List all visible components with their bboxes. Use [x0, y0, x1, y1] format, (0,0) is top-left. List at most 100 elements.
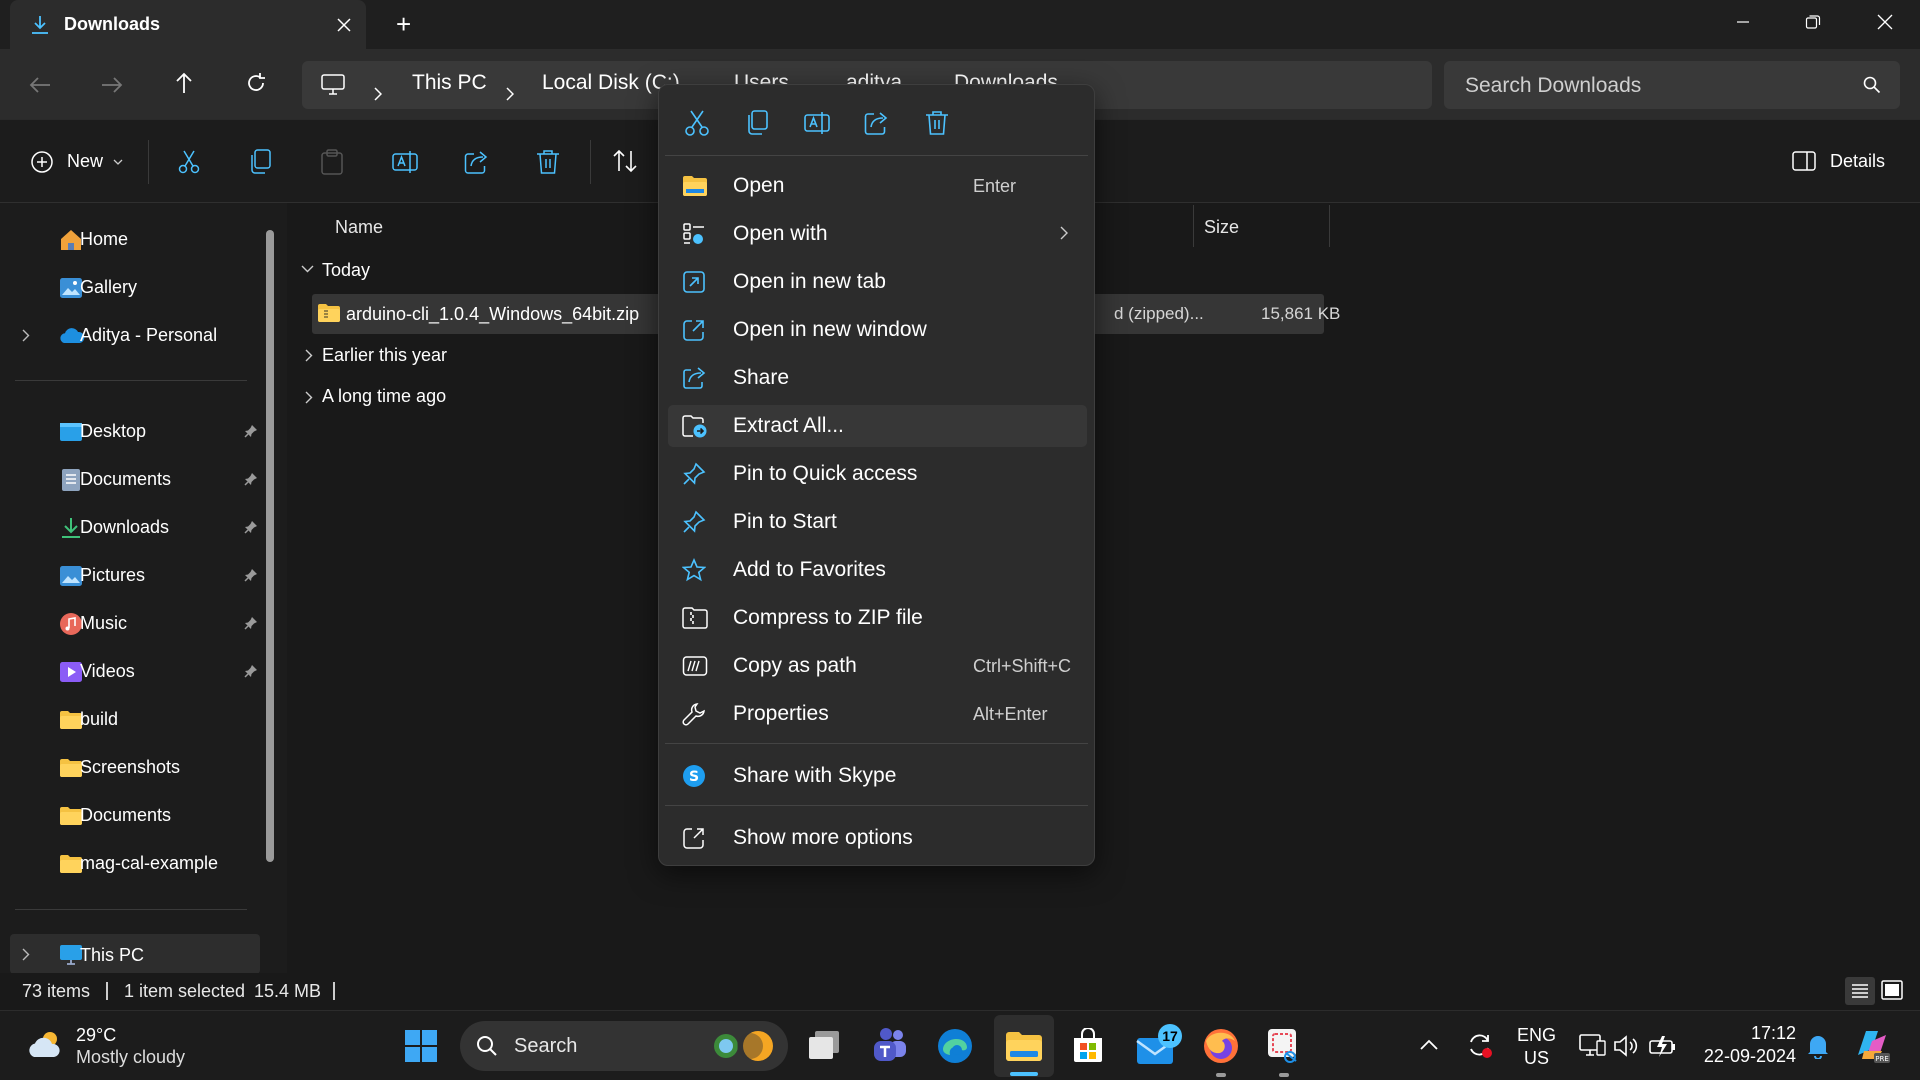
- pin-icon[interactable]: [244, 664, 258, 678]
- sidebar-item-this-pc[interactable]: This PC: [10, 934, 260, 974]
- new-tab-button[interactable]: +: [396, 9, 411, 40]
- menu-item-open-new-window[interactable]: Open in new window: [668, 309, 1087, 351]
- copy-icon[interactable]: [248, 149, 272, 175]
- sync-icon[interactable]: [1466, 1031, 1494, 1059]
- sidebar-item-videos[interactable]: Videos: [10, 650, 260, 694]
- group-earlier-this-year[interactable]: Earlier this year: [322, 345, 447, 366]
- menu-item-show-more-options[interactable]: Show more options: [668, 817, 1087, 859]
- pin-icon[interactable]: [244, 520, 258, 534]
- clock[interactable]: 17:12 22-09-2024: [1696, 1023, 1796, 1069]
- rename-icon[interactable]: [392, 149, 418, 175]
- close-tab-icon[interactable]: [332, 13, 356, 37]
- chevron-down-icon[interactable]: [301, 265, 314, 273]
- column-header-name[interactable]: Name: [335, 217, 383, 238]
- tiles-view-button[interactable]: [1880, 979, 1904, 1001]
- back-icon[interactable]: [26, 71, 54, 99]
- firefox-taskbar-button[interactable]: [1200, 1021, 1244, 1077]
- volume-icon[interactable]: [1612, 1033, 1640, 1059]
- chevron-right-icon[interactable]: [305, 391, 313, 404]
- sidebar-item-documents[interactable]: Documents: [10, 458, 260, 502]
- pin-icon[interactable]: [244, 424, 258, 438]
- network-icon[interactable]: [1578, 1033, 1606, 1059]
- edge-icon[interactable]: [936, 1027, 974, 1065]
- menu-item-open-new-tab[interactable]: Open in new tab: [668, 261, 1087, 303]
- share-icon[interactable]: [859, 105, 895, 141]
- sidebar-item-mag-cal-example[interactable]: mag-cal-example: [10, 842, 260, 886]
- minimize-button[interactable]: [1708, 0, 1778, 44]
- sidebar-item-gallery[interactable]: Gallery: [10, 266, 260, 310]
- sidebar-item-documents-2[interactable]: Documents: [10, 794, 260, 838]
- sidebar-item-downloads[interactable]: Downloads: [10, 506, 260, 550]
- details-button[interactable]: Details: [1790, 148, 1900, 176]
- delete-icon[interactable]: [536, 149, 560, 175]
- menu-item-open[interactable]: Open Enter: [668, 165, 1087, 207]
- sidebar-item-build[interactable]: build: [10, 698, 260, 742]
- chevron-right-icon[interactable]: [22, 948, 30, 961]
- group-a-long-time-ago[interactable]: A long time ago: [322, 386, 446, 407]
- snipping-tool-taskbar-button[interactable]: [1262, 1021, 1306, 1077]
- menu-item-share[interactable]: Share: [668, 357, 1087, 399]
- sidebar-item-onedrive[interactable]: Aditya - Personal: [10, 314, 260, 358]
- cut-icon[interactable]: [176, 149, 202, 175]
- start-button[interactable]: [404, 1029, 438, 1063]
- mail-app-button[interactable]: 17: [1134, 1021, 1184, 1071]
- sort-icon[interactable]: [612, 149, 638, 173]
- chevron-right-icon[interactable]: [22, 329, 30, 342]
- tab-downloads[interactable]: Downloads: [10, 0, 366, 49]
- sidebar-item-label: Aditya - Personal: [80, 325, 218, 345]
- pin-icon[interactable]: [244, 616, 258, 630]
- rename-icon[interactable]: [799, 105, 835, 141]
- pin-icon: [682, 510, 706, 534]
- this-pc-icon: [320, 72, 346, 98]
- menu-item-share-with-skype[interactable]: S Share with Skype: [668, 755, 1087, 797]
- battery-icon[interactable]: [1648, 1033, 1678, 1059]
- close-window-button[interactable]: [1850, 0, 1920, 44]
- group-today[interactable]: Today: [322, 260, 370, 281]
- language-indicator[interactable]: ENG US: [1512, 1025, 1560, 1069]
- search-input[interactable]: Search Downloads: [1465, 74, 1641, 98]
- notification-bell-icon[interactable]: [1806, 1033, 1830, 1059]
- breadcrumb-this-pc[interactable]: This PC: [412, 71, 487, 95]
- search-box[interactable]: Search Downloads: [1444, 61, 1900, 109]
- menu-item-properties[interactable]: Properties Alt+Enter: [668, 693, 1087, 735]
- details-view-button[interactable]: [1845, 977, 1875, 1005]
- chevron-right-icon[interactable]: [305, 349, 313, 362]
- copilot-icon[interactable]: PRE: [1852, 1025, 1892, 1065]
- menu-item-copy-as-path[interactable]: Copy as path Ctrl+Shift+C: [668, 645, 1087, 687]
- sidebar-scrollbar[interactable]: [266, 230, 274, 862]
- refresh-icon[interactable]: [242, 69, 270, 97]
- microsoft-store-icon[interactable]: [1070, 1028, 1106, 1064]
- sidebar-item-desktop[interactable]: Desktop: [10, 410, 260, 454]
- menu-item-compress-zip[interactable]: Compress to ZIP file: [668, 597, 1087, 639]
- pin-icon[interactable]: [244, 568, 258, 582]
- menu-item-extract-all[interactable]: Extract All...: [668, 405, 1087, 447]
- sidebar-item-pictures[interactable]: Pictures: [10, 554, 260, 598]
- new-button[interactable]: New: [28, 148, 128, 176]
- weather-widget[interactable]: 29°C Mostly cloudy: [24, 1021, 204, 1071]
- copy-icon[interactable]: [739, 105, 775, 141]
- menu-item-pin-quick-access[interactable]: Pin to Quick access: [668, 453, 1087, 495]
- file-explorer-taskbar-button[interactable]: [994, 1015, 1054, 1077]
- menu-item-open-with[interactable]: Open with: [668, 213, 1087, 255]
- column-header-size[interactable]: Size: [1204, 217, 1239, 238]
- show-hidden-icons-chevron-up-icon[interactable]: [1420, 1039, 1438, 1050]
- sidebar-item-screenshots[interactable]: Screenshots: [10, 746, 260, 790]
- taskbar-search[interactable]: Search: [460, 1021, 788, 1071]
- pin-icon[interactable]: [244, 472, 258, 486]
- teams-icon[interactable]: [870, 1027, 908, 1063]
- paste-icon[interactable]: [320, 149, 344, 175]
- menu-item-add-to-favorites[interactable]: Add to Favorites: [668, 549, 1087, 591]
- cut-icon[interactable]: [679, 105, 715, 141]
- restore-button[interactable]: [1778, 0, 1848, 44]
- task-view-icon[interactable]: [806, 1029, 842, 1063]
- delete-icon[interactable]: [919, 105, 955, 141]
- sidebar-divider: [15, 909, 247, 910]
- sidebar-item-label: Gallery: [80, 277, 138, 297]
- forward-icon[interactable]: [98, 71, 126, 99]
- sidebar-item-music[interactable]: Music: [10, 602, 260, 646]
- menu-item-label: Open in new window: [733, 318, 927, 341]
- menu-item-pin-to-start[interactable]: Pin to Start: [668, 501, 1087, 543]
- share-icon[interactable]: [464, 149, 490, 175]
- sidebar-item-home[interactable]: Home: [10, 218, 260, 262]
- up-icon[interactable]: [170, 69, 198, 97]
